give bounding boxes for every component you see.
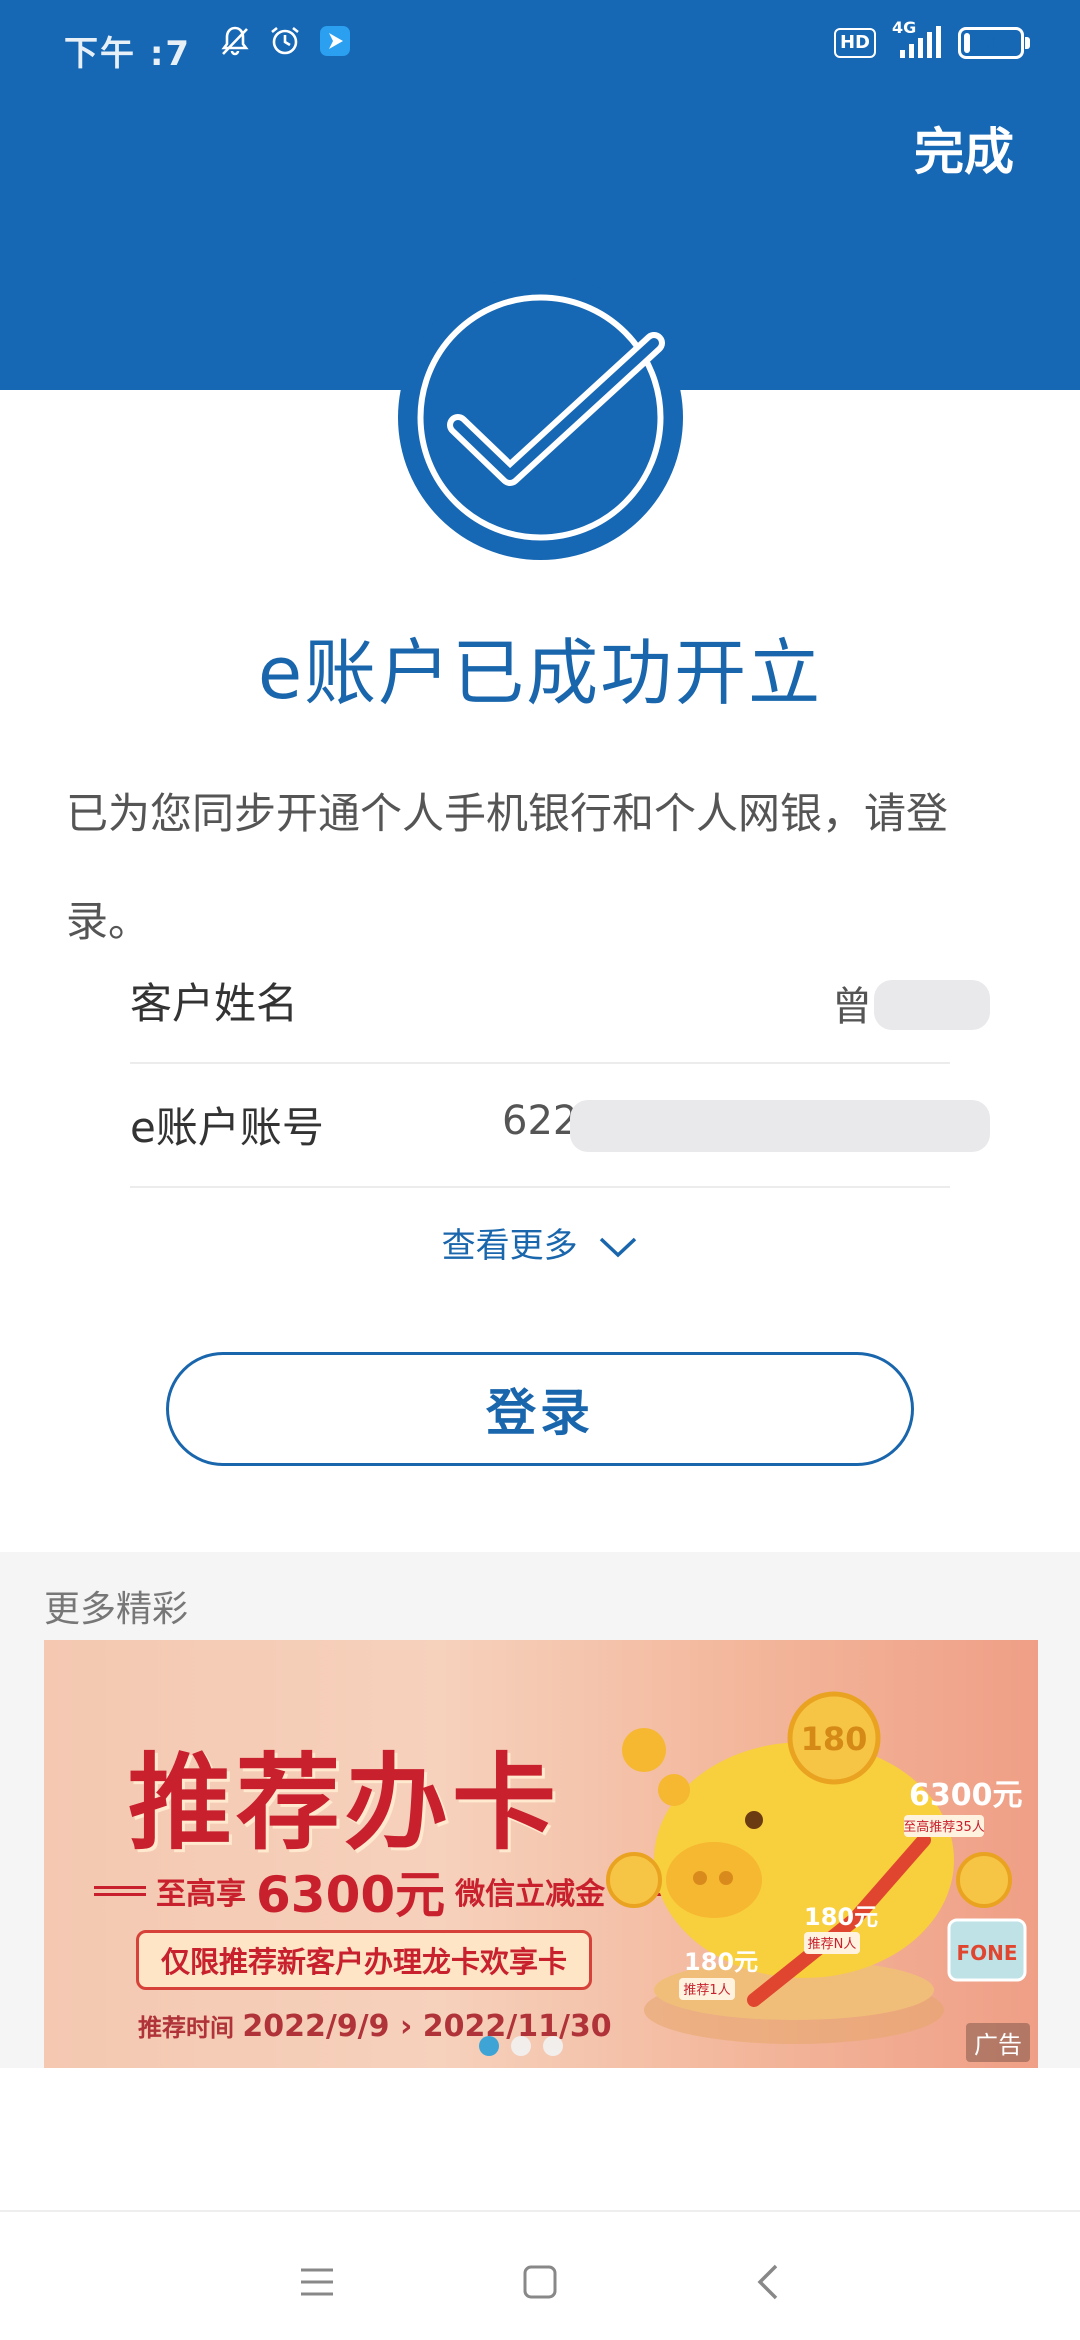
piggy-bank-illustration: 180 6300元 180元 180元 推荐1人 推荐N人 至高推荐35人 FO… xyxy=(606,1691,1027,2044)
hd-badge: HD xyxy=(833,28,876,58)
coin-label-4: 180元 xyxy=(684,1948,758,1976)
more-section: 更多精彩 推荐办卡 至高享 6300元 微信立减金 仅限推荐新客户办理龙卡欢享卡… xyxy=(0,1552,1080,2068)
banner-condition: 仅限推荐新客户办理龙卡欢享卡 xyxy=(136,1930,593,1990)
coin-label-2: 6300元 xyxy=(909,1778,1023,1813)
status-icons-left xyxy=(218,24,352,58)
customer-name-label: 客户姓名 xyxy=(130,979,299,1028)
bell-mute-icon xyxy=(218,24,252,58)
done-button[interactable]: 完成 xyxy=(914,112,1014,184)
see-more-label: 查看更多 xyxy=(441,1226,578,1266)
promo-banner[interactable]: 推荐办卡 至高享 6300元 微信立减金 仅限推荐新客户办理龙卡欢享卡 推荐时间… xyxy=(44,1640,1038,2068)
carousel-dot[interactable] xyxy=(543,2036,563,2056)
app-notification-icon xyxy=(318,24,352,58)
banner-offer: 至高享 6300元 微信立减金 xyxy=(94,1855,668,1927)
status-time: 下午 :7 xyxy=(64,34,192,74)
tag-label-3: 至高推荐35人 xyxy=(903,1819,985,1835)
banner-headline: 推荐办卡 xyxy=(128,1742,561,1864)
success-title: e账户已成功开立 xyxy=(257,631,823,715)
carousel-indicators[interactable] xyxy=(44,2036,1018,2056)
tag-label-2: 推荐N人 xyxy=(808,1937,857,1952)
decorative-lines xyxy=(94,1886,146,1896)
success-check-icon xyxy=(398,275,683,560)
battery-text: 1 xyxy=(984,32,998,54)
signal-icon: 4G xyxy=(892,20,942,60)
square-home-icon xyxy=(523,2265,557,2299)
menu-icon xyxy=(301,2268,333,2296)
network-label: 4G xyxy=(892,18,917,37)
tag-label-1: 推荐1人 xyxy=(683,1983,730,1998)
account-number-value: 622 xyxy=(502,1098,579,1144)
carousel-dot[interactable] xyxy=(511,2036,531,2056)
banner-offer-prefix: 至高享 xyxy=(156,1877,246,1912)
card-label: FONE xyxy=(956,1941,1017,1965)
back-button[interactable] xyxy=(738,2252,798,2312)
carousel-dot[interactable] xyxy=(479,2036,499,2056)
more-section-title: 更多精彩 xyxy=(44,1589,189,1630)
info-row-customer-name: 客户姓名 曾 xyxy=(130,940,990,1064)
banner-offer-suffix: 微信立减金 xyxy=(455,1877,606,1912)
alarm-clock-icon xyxy=(268,24,302,58)
account-number-label: e账户账号 xyxy=(130,1103,324,1152)
banner-offer-amount: 6300元 xyxy=(256,1866,446,1924)
coin-label-3: 180元 xyxy=(804,1903,878,1931)
status-bar: 下午 :7 HD 4G 1 xyxy=(0,0,1080,96)
battery-icon: 1 xyxy=(958,27,1030,59)
chevron-down-icon xyxy=(598,1228,638,1268)
info-row-account-number: e账户账号 622 xyxy=(130,1064,990,1188)
status-icons-right: HD 4G 1 xyxy=(833,20,1030,60)
chevron-left-icon xyxy=(757,2264,778,2300)
menu-button[interactable] xyxy=(287,2252,347,2312)
login-button[interactable]: 登录 xyxy=(166,1352,914,1466)
privacy-mask xyxy=(570,1100,990,1152)
coin-label-1: 180 xyxy=(801,1720,868,1758)
system-nav-bar xyxy=(0,2210,1080,2340)
customer-name-value: 曾 xyxy=(832,984,872,1030)
home-button[interactable] xyxy=(510,2252,570,2312)
see-more-link[interactable]: 查看更多 xyxy=(0,1218,1080,1268)
privacy-mask xyxy=(874,980,990,1030)
